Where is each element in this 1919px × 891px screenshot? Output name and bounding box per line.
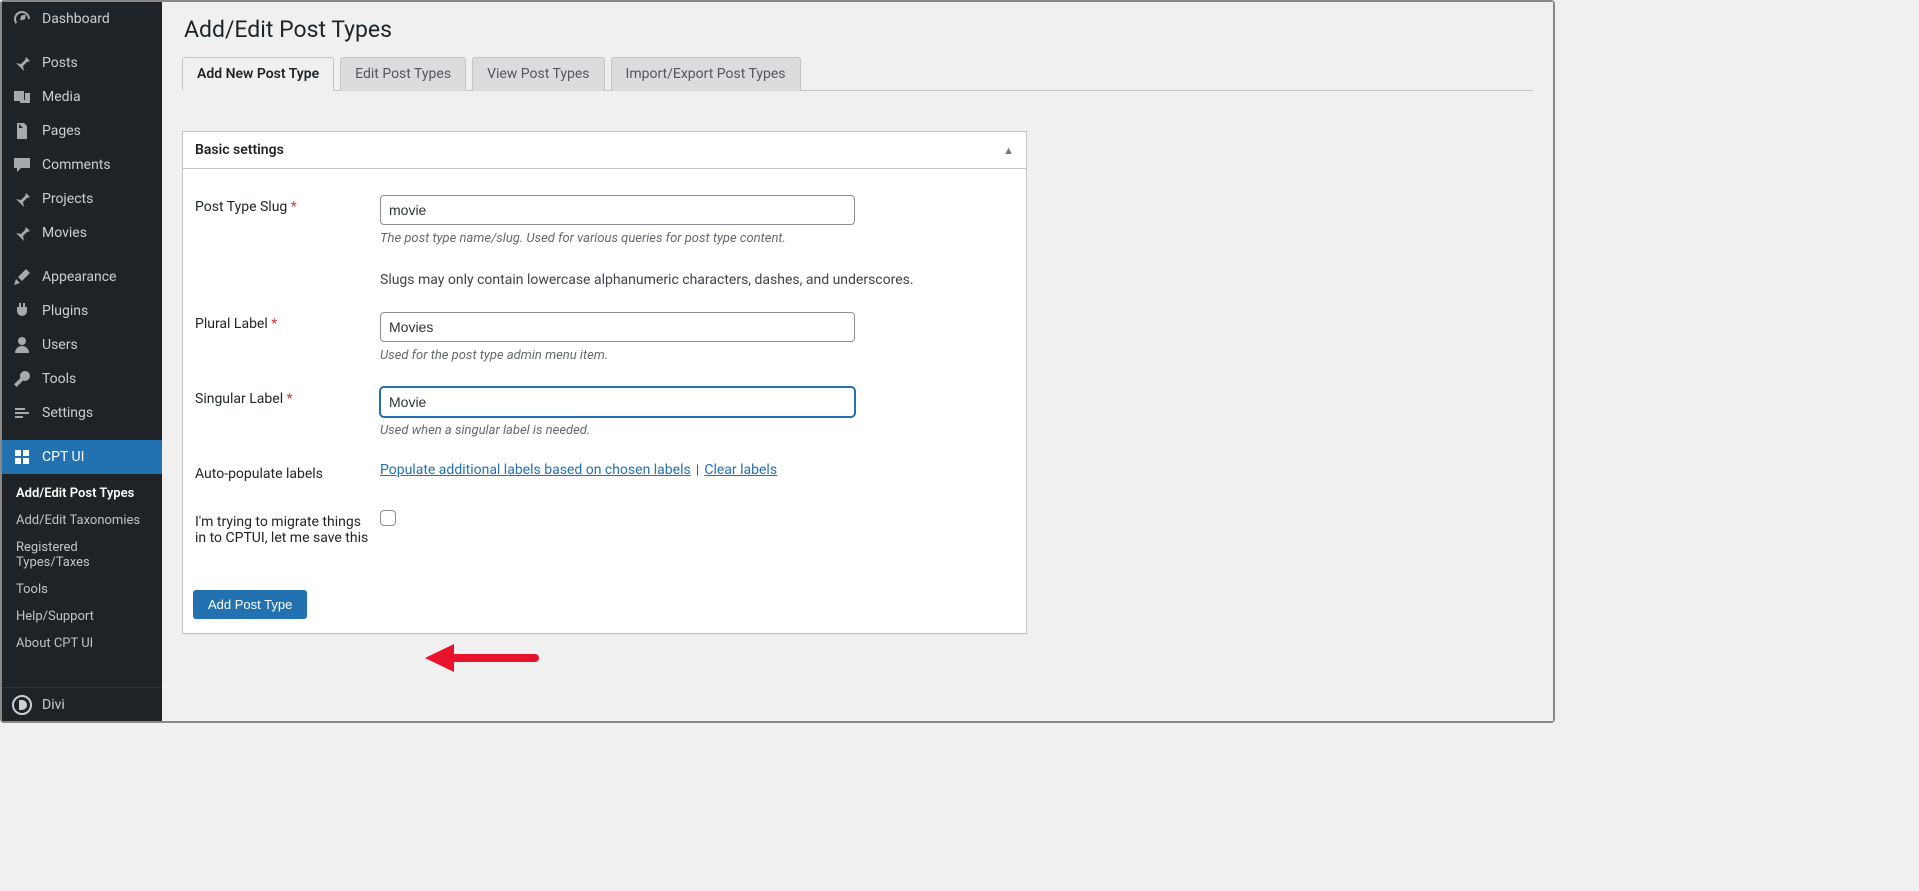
post-type-slug-note: Slugs may only contain lowercase alphanu… [380,272,1014,288]
dashboard-icon [12,9,32,29]
comments-icon [12,155,32,175]
singular-label-label: Singular Label [195,391,283,407]
sidebar-item-label: Plugins [42,303,88,319]
add-post-type-button[interactable]: Add Post Type [193,590,307,619]
sidebar-item-cptui[interactable]: CPT UI [2,440,162,474]
tab-add-new-post-type[interactable]: Add New Post Type [182,57,334,91]
sidebar-item-projects[interactable]: Projects [2,182,162,216]
pages-icon [12,121,32,141]
sidebar-item-tools[interactable]: Tools [2,362,162,396]
pin-icon [12,53,32,73]
tab-edit-post-types[interactable]: Edit Post Types [340,57,466,91]
sidebar-item-label: Appearance [42,269,116,285]
panel-title: Basic settings [195,142,284,158]
migrate-label: I'm trying to migrate things in to CPTUI… [195,514,368,546]
admin-sidebar: Dashboard Posts Media Pages Comments Pro… [2,2,162,721]
brush-icon [12,267,32,287]
sidebar-item-posts[interactable]: Posts [2,46,162,80]
link-separator: | [691,463,705,478]
sidebar-item-label: Settings [42,405,93,421]
sidebar-item-plugins[interactable]: Plugins [2,294,162,328]
sidebar-submenu-cptui: Add/Edit Post Types Add/Edit Taxonomies … [2,474,162,667]
post-type-slug-input[interactable] [380,195,855,225]
sidebar-item-label: Divi [42,697,65,713]
annotation-arrow [420,638,540,678]
sidebar-item-divi[interactable]: Divi [2,687,162,721]
tab-import-export-post-types[interactable]: Import/Export Post Types [611,57,801,91]
post-type-slug-label: Post Type Slug [195,199,287,215]
sidebar-item-label: Dashboard [42,11,110,27]
sidebar-item-dashboard[interactable]: Dashboard [2,2,162,36]
sidebar-sub-add-edit-post-types[interactable]: Add/Edit Post Types [2,480,162,507]
populate-labels-link[interactable]: Populate additional labels based on chos… [380,462,691,478]
autopopulate-label: Auto-populate labels [195,466,323,482]
sidebar-item-users[interactable]: Users [2,328,162,362]
clear-labels-link[interactable]: Clear labels [704,462,777,478]
plug-icon [12,301,32,321]
sidebar-item-label: Pages [42,123,81,139]
sidebar-item-label: Movies [42,225,87,241]
page-title: Add/Edit Post Types [184,16,1533,43]
required-marker: * [291,199,297,215]
sidebar-item-pages[interactable]: Pages [2,114,162,148]
sidebar-sub-add-edit-taxonomies[interactable]: Add/Edit Taxonomies [2,507,162,534]
panel-header[interactable]: Basic settings ▲ [183,132,1026,169]
sidebar-item-label: CPT UI [42,449,84,465]
sidebar-item-label: Users [42,337,78,353]
sidebar-item-comments[interactable]: Comments [2,148,162,182]
required-marker: * [271,316,277,332]
singular-label-input[interactable] [380,387,855,417]
sidebar-item-label: Posts [42,55,78,71]
sidebar-sub-help-support[interactable]: Help/Support [2,603,162,630]
sidebar-sub-registered-types[interactable]: Registered Types/Taxes [2,534,162,576]
post-type-slug-help: The post type name/slug. Used for variou… [380,231,1014,246]
plural-label-help: Used for the post type admin menu item. [380,348,1014,363]
sidebar-item-settings[interactable]: Settings [2,396,162,430]
sidebar-item-label: Projects [42,191,93,207]
pin-icon [12,189,32,209]
sidebar-item-appearance[interactable]: Appearance [2,260,162,294]
divi-icon [12,695,32,715]
required-marker: * [287,391,293,407]
sidebar-item-media[interactable]: Media [2,80,162,114]
tab-view-post-types[interactable]: View Post Types [472,57,604,91]
plural-label-label: Plural Label [195,316,268,332]
sidebar-item-label: Comments [42,157,111,173]
singular-label-help: Used when a singular label is needed. [380,423,1014,438]
sidebar-sub-tools[interactable]: Tools [2,576,162,603]
content-area: Add/Edit Post Types Add New Post Type Ed… [162,2,1553,721]
plural-label-input[interactable] [380,312,855,342]
basic-settings-panel: Basic settings ▲ Post Type Slug * The po… [182,131,1027,634]
pin-icon [12,223,32,243]
sliders-icon [12,403,32,423]
sidebar-item-label: Tools [42,371,76,387]
sidebar-item-movies[interactable]: Movies [2,216,162,250]
panel-collapse-icon: ▲ [1003,144,1014,157]
wrench-icon [12,369,32,389]
sidebar-sub-about-cptui[interactable]: About CPT UI [2,630,162,657]
user-icon [12,335,32,355]
migrate-checkbox[interactable] [380,510,396,526]
tab-bar: Add New Post Type Edit Post Types View P… [182,57,1533,91]
media-icon [12,87,32,107]
cptui-icon [12,447,32,467]
sidebar-item-label: Media [42,89,81,105]
